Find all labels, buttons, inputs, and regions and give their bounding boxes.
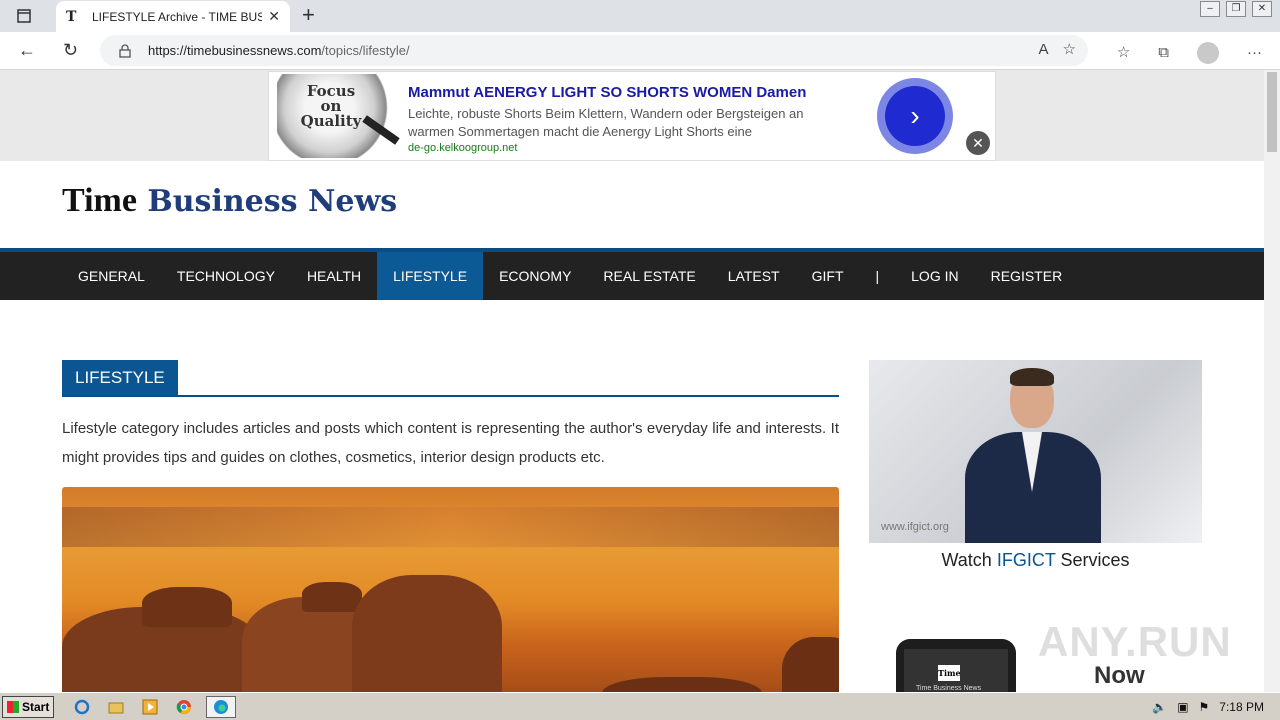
collections-icon[interactable]: ⧉	[1158, 45, 1169, 61]
system-tray: 🔈 ▣ ⚑ 7:18 PM	[1152, 700, 1280, 714]
restore-button[interactable]: ❐	[1226, 1, 1246, 17]
hero-clouds	[62, 507, 839, 547]
watch-caption[interactable]: Watch IFGICT Services	[869, 550, 1202, 571]
now-label: Now	[1094, 662, 1145, 689]
ad-title[interactable]: Mammut AENERGY LIGHT SO SHORTS WOMEN Dam…	[408, 84, 806, 101]
clock[interactable]: 7:18 PM	[1219, 700, 1264, 714]
ad-banner[interactable]: Focus on Quality Mammut AENERGY LIGHT SO…	[268, 71, 996, 161]
ad-go-button[interactable]: ›	[877, 78, 953, 154]
close-window-button[interactable]: ✕	[1252, 1, 1272, 17]
media-icon[interactable]	[138, 696, 162, 718]
rock-shape	[352, 575, 502, 692]
app-promo-phone[interactable]: Time Time Business News	[896, 639, 1016, 692]
page-scrollbar[interactable]	[1264, 70, 1280, 692]
add-favorite-icon[interactable]: ☆	[1063, 42, 1076, 58]
logo-business-news: Business News	[147, 184, 398, 219]
chrome-icon[interactable]	[172, 696, 196, 718]
ad-description: Leichte, robuste Shorts Beim Klettern, W…	[408, 106, 804, 139]
nav-item-technology[interactable]: TECHNOLOGY	[161, 252, 291, 300]
url-path: /topics/lifestyle/	[321, 43, 410, 58]
watch-prefix: Watch	[941, 550, 997, 570]
phone-site-name: Time Business News	[916, 685, 982, 692]
nav-item-real-estate[interactable]: REAL ESTATE	[587, 252, 711, 300]
rock-shape	[302, 582, 362, 612]
back-button[interactable]: ←	[18, 40, 36, 60]
watch-suffix: Services	[1055, 550, 1130, 570]
volume-icon[interactable]: 🔈	[1152, 700, 1167, 714]
browser-window: T LIFESTYLE Archive - TIME BUSIN ✕ + – ❐…	[0, 0, 1280, 692]
ie-icon[interactable]	[70, 696, 94, 718]
read-aloud-icon[interactable]: A	[1039, 42, 1049, 58]
section-header: LIFESTYLE	[62, 360, 839, 397]
site-favicon-icon: T	[66, 8, 77, 25]
new-tab-button[interactable]: +	[302, 4, 315, 26]
tab-strip: T LIFESTYLE Archive - TIME BUSIN ✕ + – ❐…	[0, 0, 1280, 32]
browser-toolbar: ← ↻ https://timebusinessnews.com/topics/…	[0, 32, 1280, 70]
rock-shape	[782, 637, 839, 692]
flag-icon[interactable]: ⚑	[1199, 700, 1210, 714]
web-page: Focus on Quality Mammut AENERGY LIGHT SO…	[0, 70, 1264, 692]
ad-area: Focus on Quality Mammut AENERGY LIGHT SO…	[0, 70, 1264, 161]
taskbar-apps	[70, 695, 236, 718]
minimize-button[interactable]: –	[1200, 1, 1220, 17]
profile-avatar[interactable]	[1197, 42, 1219, 64]
reload-button[interactable]: ↻	[63, 40, 78, 60]
nav-item-log-in[interactable]: LOG IN	[895, 252, 974, 300]
rock-shape	[602, 677, 762, 692]
main-nav: GENERAL TECHNOLOGY HEALTH LIFESTYLE ECONOMY R…	[0, 248, 1264, 300]
folder-icon[interactable]	[104, 696, 128, 718]
sidebar-video[interactable]: www.ifgict.org	[869, 360, 1202, 543]
section-title: LIFESTYLE	[62, 360, 178, 395]
network-icon[interactable]: ▣	[1177, 700, 1188, 714]
nav-item-latest[interactable]: LATEST	[712, 252, 796, 300]
nav-item-health[interactable]: HEALTH	[291, 252, 377, 300]
nav-separator: |	[875, 268, 880, 284]
anyrun-watermark: ANY.RUN	[1038, 618, 1232, 665]
address-bar[interactable]: https://timebusinessnews.com/topics/life…	[100, 35, 1088, 66]
tab-actions-icon[interactable]	[10, 6, 38, 26]
site-logo[interactable]: Time Business News	[62, 182, 397, 220]
nav-item-gift[interactable]: GIFT	[796, 252, 860, 300]
ad-image-text: Focus on Quality	[300, 82, 362, 130]
scrollbar-thumb[interactable]	[1267, 72, 1277, 152]
watch-brand: IFGICT	[996, 550, 1056, 570]
rock-shape	[142, 587, 232, 627]
hero-image[interactable]	[62, 487, 839, 692]
windows-taskbar: Start 🔈 ▣ ⚑ 7:18 PM	[0, 692, 1280, 720]
ad-url[interactable]: de-go.kelkoogroup.net	[408, 142, 517, 154]
category-intro: Lifestyle category includes articles and…	[62, 420, 839, 466]
main-nav-list: GENERAL TECHNOLOGY HEALTH LIFESTYLE ECONOMY R…	[0, 252, 1264, 300]
windows-logo-icon	[7, 700, 19, 713]
url-host: https://timebusinessnews.com	[148, 43, 322, 58]
phone-logo: Time	[938, 665, 961, 681]
tab-close-icon[interactable]: ✕	[268, 8, 280, 25]
ad-image[interactable]: Focus on Quality	[277, 74, 400, 158]
ad-close-button[interactable]: ✕	[966, 131, 990, 155]
edge-icon[interactable]	[206, 695, 236, 718]
magnifier-handle	[362, 115, 400, 145]
more-menu-icon[interactable]: ···	[1247, 45, 1262, 61]
tab-lifestyle[interactable]: T LIFESTYLE Archive - TIME BUSIN ✕	[56, 1, 290, 32]
nav-item-lifestyle[interactable]: LIFESTYLE	[377, 252, 484, 300]
chevron-right-icon: ›	[885, 86, 945, 146]
window-controls: – ❐ ✕	[1200, 0, 1272, 17]
start-button[interactable]: Start	[2, 695, 54, 718]
video-watermark: www.ifgict.org	[881, 521, 949, 533]
tab-title: LIFESTYLE Archive - TIME BUSIN	[92, 9, 262, 24]
start-label: Start	[22, 699, 50, 714]
nav-item-general[interactable]: GENERAL	[62, 252, 161, 300]
favorites-icon[interactable]: ☆	[1117, 45, 1130, 61]
presenter-hair	[1010, 368, 1054, 386]
nav-item-economy[interactable]: ECONOMY	[483, 252, 587, 300]
lock-icon	[119, 43, 131, 58]
url-text[interactable]: https://timebusinessnews.com/topics/life…	[148, 43, 410, 58]
nav-item-register[interactable]: REGISTER	[975, 252, 1079, 300]
logo-time: Time	[62, 182, 137, 219]
